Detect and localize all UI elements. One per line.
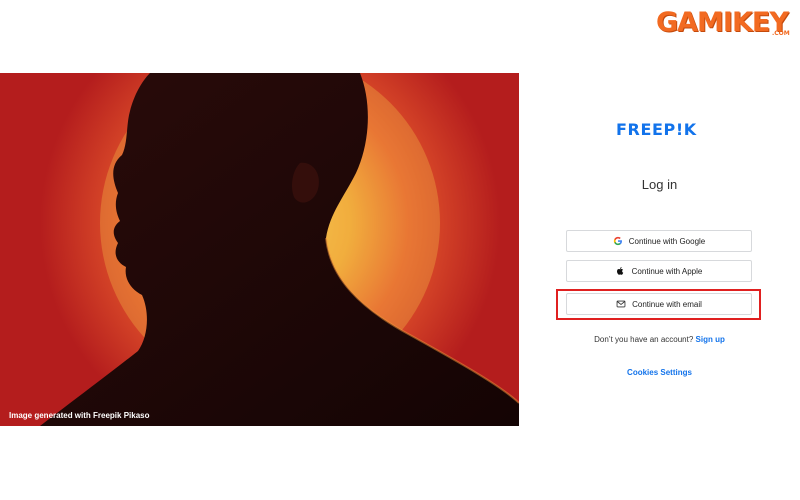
watermark-logo: GAMIKEY .COM — [656, 6, 796, 46]
hero-caption: Image generated with Freepik Pikaso — [9, 411, 150, 420]
hero-image: Image generated with Freepik Pikaso — [0, 73, 519, 426]
freepik-logo[interactable]: FREEP!K — [616, 120, 697, 139]
apple-icon — [616, 266, 626, 276]
google-icon — [613, 236, 623, 246]
watermark-brand: GAMIKEY — [656, 7, 789, 38]
continue-with-google-button[interactable]: Continue with Google — [566, 230, 752, 252]
email-button-label: Continue with email — [632, 299, 702, 309]
login-panel: FREEP!K Log in Continue with Google Cont… — [519, 73, 800, 426]
signup-prompt: Don’t you have an account? Sign up — [519, 335, 800, 344]
no-account-text: Don’t you have an account? — [594, 335, 694, 344]
mail-icon — [616, 299, 626, 309]
cookies-settings-link[interactable]: Cookies Settings — [519, 368, 800, 377]
signup-link[interactable]: Sign up — [696, 335, 725, 344]
watermark-suffix: .COM — [772, 30, 790, 37]
google-button-label: Continue with Google — [628, 236, 706, 246]
continue-with-email-button[interactable]: Continue with email — [566, 293, 752, 315]
continue-with-apple-button[interactable]: Continue with Apple — [566, 260, 752, 282]
page-title: Log in — [641, 177, 678, 192]
portrait-illustration — [0, 73, 519, 426]
apple-button-label: Continue with Apple — [631, 266, 703, 276]
